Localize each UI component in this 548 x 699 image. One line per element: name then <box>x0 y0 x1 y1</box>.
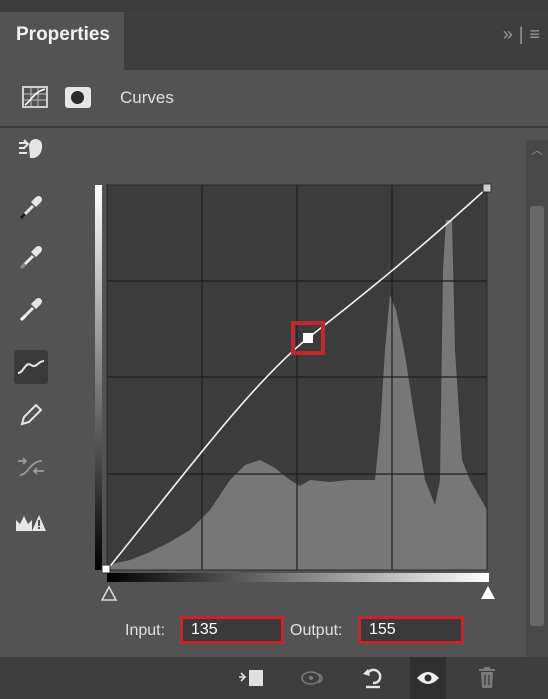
input-label: Input: <box>125 622 166 639</box>
output-gradient-bar <box>95 185 102 570</box>
view-previous-icon[interactable] <box>300 666 326 690</box>
bottom-bar <box>0 657 548 699</box>
curve-point-black[interactable] <box>101 564 111 574</box>
scroll-up-icon[interactable]: ︿ <box>526 140 548 160</box>
scroll-thumb[interactable] <box>530 206 544 626</box>
curves-graph-svg[interactable] <box>90 180 500 610</box>
input-gradient-bar <box>107 573 489 582</box>
scrollbar[interactable]: ︿ <box>526 140 548 660</box>
visibility-eye-icon[interactable] <box>410 657 446 699</box>
divider <box>0 126 548 128</box>
clipping-warning-icon[interactable] <box>14 506 48 540</box>
adjustment-header: Curves <box>0 70 548 124</box>
curve-icon[interactable] <box>14 350 48 384</box>
smooth-curve-icon[interactable] <box>14 450 48 484</box>
tab-controls: » | ≡ <box>497 24 540 45</box>
tab-properties[interactable]: Properties <box>0 12 124 70</box>
curves-graph[interactable] <box>90 180 500 610</box>
white-point-slider[interactable] <box>481 586 495 599</box>
curves-adjustment-icon[interactable] <box>22 86 48 108</box>
trash-icon[interactable] <box>474 666 500 690</box>
title-strip <box>0 0 548 12</box>
tab-bar: Properties » | ≡ <box>0 12 548 70</box>
eyedropper-gray-icon[interactable] <box>14 240 48 274</box>
layer-mask-icon[interactable] <box>65 87 91 108</box>
reset-icon[interactable] <box>360 666 386 690</box>
separator-icon: | <box>518 24 524 44</box>
curve-point-selected[interactable] <box>303 333 313 343</box>
input-output-row: Input: 135 Output: 155 <box>0 612 548 652</box>
black-point-slider[interactable] <box>100 585 118 601</box>
curve-point-white[interactable] <box>482 183 492 193</box>
output-field[interactable]: 155 <box>358 616 464 644</box>
output-label: Output: <box>290 622 343 639</box>
curves-toolbar <box>0 130 70 570</box>
panel-menu-icon[interactable]: ≡ <box>529 24 540 44</box>
input-field[interactable]: 135 <box>180 616 284 644</box>
hand-adjust-icon[interactable] <box>14 132 48 166</box>
eyedropper-black-icon[interactable] <box>14 190 48 224</box>
pencil-icon[interactable] <box>14 398 48 432</box>
collapse-icon[interactable]: » <box>503 24 513 44</box>
adjustment-name: Curves <box>120 88 174 107</box>
clip-to-layer-icon[interactable] <box>238 666 264 690</box>
eyedropper-white-icon[interactable] <box>14 292 48 326</box>
